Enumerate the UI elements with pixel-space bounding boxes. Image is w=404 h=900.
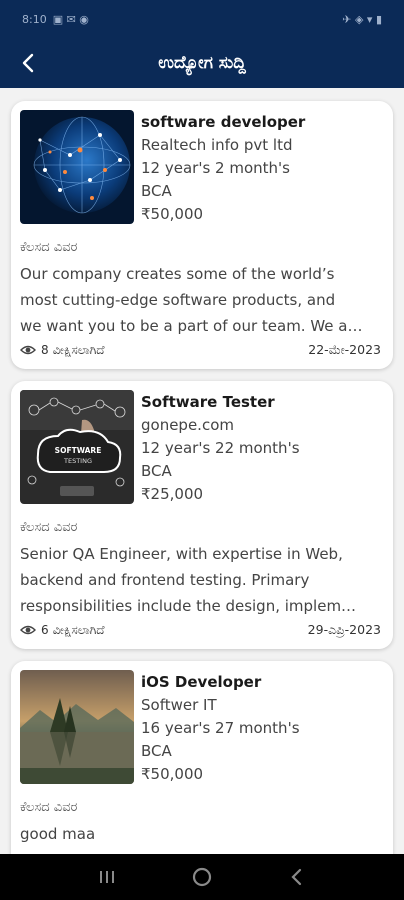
- chevron-left-icon: [291, 868, 301, 886]
- back-button[interactable]: [14, 48, 44, 78]
- post-date: 29-ಎಪ್ರಿ-2023: [307, 622, 381, 637]
- experience: 12 year's 22 month's: [141, 439, 300, 457]
- page-title: ಉದ್ಯೋಗ ಸುದ್ದಿ: [158, 53, 246, 73]
- views-count: 8: [41, 343, 49, 357]
- system-back-button[interactable]: [282, 862, 312, 892]
- job-card[interactable]: iOS Developer Softwer IT 16 year's 27 mo…: [11, 661, 393, 854]
- network-globe-image: [20, 110, 134, 224]
- job-thumbnail: [20, 670, 134, 784]
- job-card[interactable]: SOFTWARE TESTING Software Tester gonepe.…: [11, 381, 393, 649]
- job-card[interactable]: software developer Realtech info pvt ltd…: [11, 101, 393, 369]
- card-meta: 6 ವೀಕ್ಷಿಸಲಾಗಿದೆ 29-ಎಪ್ರಿ-2023: [20, 621, 381, 639]
- description-line: Senior QA Engineer, with expertise in We…: [20, 545, 343, 563]
- card-meta: 8 ವೀಕ್ಷಿಸಲಾಗಿದೆ 22-ಮೇ-2023: [20, 341, 381, 359]
- job-thumbnail: [20, 110, 134, 224]
- lake-landscape-image: [20, 670, 134, 784]
- views-label: ವೀಕ್ಷಿಸಲಾಗಿದೆ: [52, 622, 105, 637]
- status-time: 8:10: [22, 12, 47, 26]
- status-bar: 8:10 ▣ ✉ ◉ ✈ ◈ ▾ ▮: [0, 0, 404, 38]
- system-navigation-bar: [0, 854, 404, 900]
- views-count: 6: [41, 623, 49, 637]
- software-testing-image: SOFTWARE TESTING: [20, 390, 134, 504]
- eye-icon: [20, 345, 36, 355]
- description-line: we want you to be a part of our team. We…: [20, 317, 363, 335]
- post-date: 22-ಮೇ-2023: [308, 342, 381, 357]
- description-line: Our company creates some of the world’s: [20, 265, 335, 283]
- experience: 12 year's 2 month's: [141, 159, 290, 177]
- system-status-icons: ✈ ◈ ▾ ▮: [342, 12, 382, 26]
- eye-icon: [20, 625, 36, 635]
- salary: ₹25,000: [141, 485, 204, 503]
- qualification: BCA: [141, 462, 172, 480]
- company-name: gonepe.com: [141, 416, 234, 434]
- job-title: software developer: [141, 113, 306, 131]
- job-thumbnail: SOFTWARE TESTING: [20, 390, 134, 504]
- qualification: BCA: [141, 742, 172, 760]
- description-line: good maa: [20, 825, 96, 843]
- company-name: Softwer IT: [141, 696, 217, 714]
- thumb-caption: TESTING: [63, 457, 92, 465]
- job-description: Our company creates some of the world’s …: [20, 261, 384, 339]
- description-line: backend and frontend testing. Primary: [20, 571, 310, 589]
- salary: ₹50,000: [141, 205, 204, 223]
- views-label: ವೀಕ್ಷಿಸಲಾಗಿದೆ: [52, 342, 105, 357]
- qualification: BCA: [141, 182, 172, 200]
- description-line: most cutting-edge software products, and: [20, 291, 336, 309]
- description-label: ಕೆಲಸದ ವಿವರ: [20, 520, 78, 535]
- app-bar: ಉದ್ಯೋಗ ಸುದ್ದಿ: [0, 38, 404, 88]
- description-label: ಕೆಲಸದ ವಿವರ: [20, 240, 78, 255]
- notification-icons: ▣ ✉ ◉: [52, 12, 89, 26]
- recent-apps-button[interactable]: [92, 862, 122, 892]
- job-title: Software Tester: [141, 393, 275, 411]
- experience: 16 year's 27 month's: [141, 719, 300, 737]
- description-label: ಕೆಲಸದ ವಿವರ: [20, 800, 78, 815]
- company-name: Realtech info pvt ltd: [141, 136, 293, 154]
- salary: ₹50,000: [141, 765, 204, 783]
- home-circle-icon: [192, 867, 212, 887]
- home-button[interactable]: [187, 862, 217, 892]
- job-title: iOS Developer: [141, 673, 262, 691]
- job-list: software developer Realtech info pvt ltd…: [0, 88, 404, 854]
- job-description: Senior QA Engineer, with expertise in We…: [20, 541, 384, 619]
- arrow-left-icon: [22, 53, 34, 73]
- recent-apps-icon: [100, 871, 115, 883]
- thumb-caption: SOFTWARE: [55, 446, 102, 455]
- job-description: good maa: [20, 821, 384, 847]
- description-line: responsibilities include the design, imp…: [20, 597, 357, 615]
